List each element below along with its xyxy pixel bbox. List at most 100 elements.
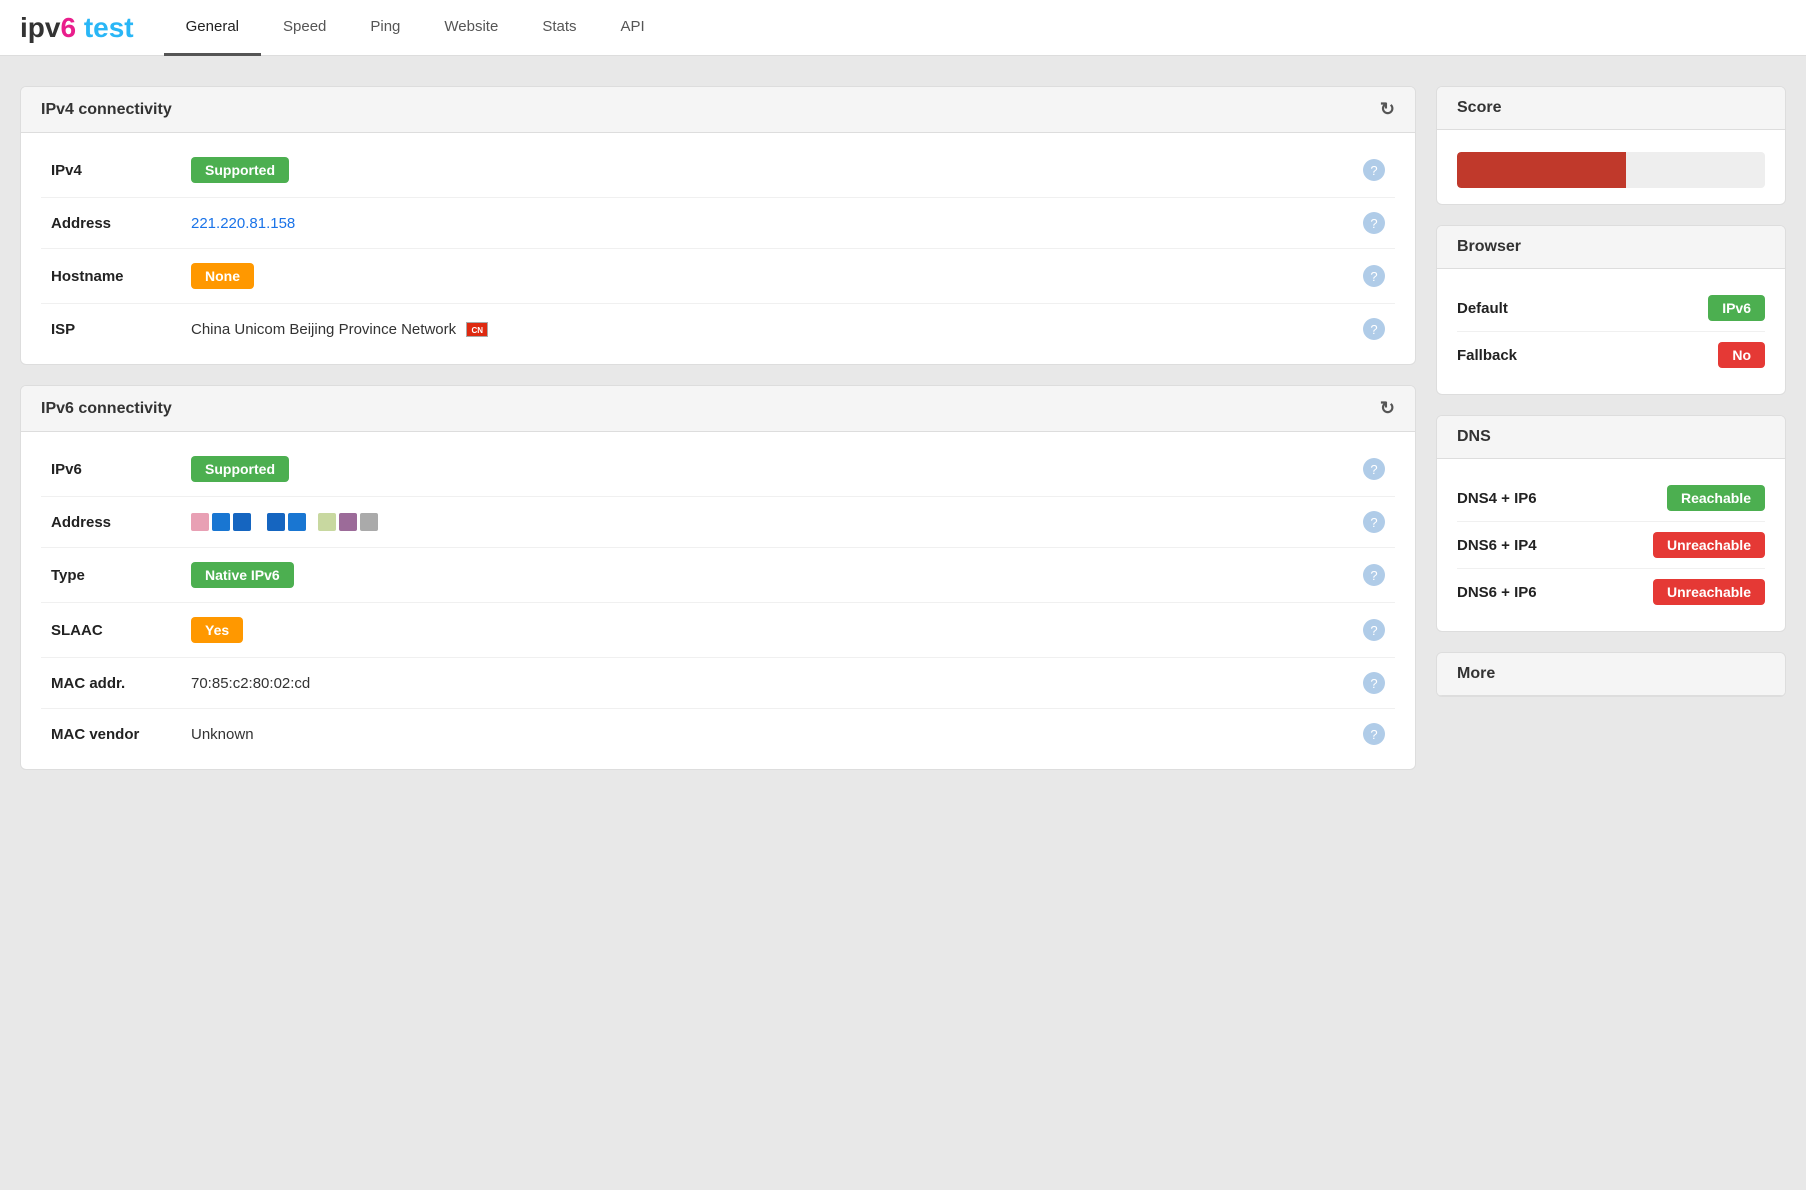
ipv4-label: IPv4 [51, 162, 191, 179]
ipv6-type-help-icon[interactable]: ? [1363, 564, 1385, 586]
browser-card: Browser Default IPv6 Fallback No [1436, 225, 1786, 395]
ipv6-type-value: Native IPv6 [191, 562, 1363, 588]
dns6-ip4-row: DNS6 + IP4 Unreachable [1457, 522, 1765, 569]
ipv6-card: IPv6 connectivity ↻ IPv6 Supported ? Add… [20, 385, 1416, 770]
ipv4-isp-help-icon[interactable]: ? [1363, 318, 1385, 340]
ipv6-supported-badge: Supported [191, 456, 289, 482]
ipv4-address-row: Address 221.220.81.158 ? [41, 198, 1395, 249]
ipv6-slaac-label: SLAAC [51, 622, 191, 639]
ipv6-block-6 [318, 513, 336, 531]
ipv6-slaac-row: SLAAC Yes ? [41, 603, 1395, 658]
ipv4-supported-badge: Supported [191, 157, 289, 183]
ipv4-section-title: IPv4 connectivity [41, 101, 172, 119]
ipv6-address-label: Address [51, 514, 191, 531]
ipv4-hostname-value: None [191, 263, 1363, 289]
ipv4-card-header: IPv4 connectivity ↻ [21, 87, 1415, 133]
ipv6-mac-vendor-label: MAC vendor [51, 726, 191, 743]
nav-tab-website[interactable]: Website [422, 0, 520, 56]
ipv4-card: IPv4 connectivity ↻ IPv4 Supported ? Add… [20, 86, 1416, 365]
ipv6-type-badge: Native IPv6 [191, 562, 294, 588]
ipv6-label: IPv6 [51, 461, 191, 478]
cn-flag-icon: CN [466, 322, 488, 337]
dns4-ip6-row: DNS4 + IP6 Reachable [1457, 475, 1765, 522]
ipv6-card-body: IPv6 Supported ? Address [21, 432, 1415, 769]
dns6-ip6-badge: Unreachable [1653, 579, 1765, 605]
nav-tab-api[interactable]: API [599, 0, 667, 56]
dns6-ip6-row: DNS6 + IP6 Unreachable [1457, 569, 1765, 615]
ipv6-mac-addr-label: MAC addr. [51, 675, 191, 692]
dns-card: DNS DNS4 + IP6 Reachable DNS6 + IP4 Unre… [1436, 415, 1786, 632]
ipv6-address-row: Address [41, 497, 1395, 548]
dns6-ip6-label: DNS6 + IP6 [1457, 584, 1537, 601]
ipv4-value: Supported [191, 157, 1363, 183]
logo-test-text: test [76, 12, 134, 43]
dns-card-body: DNS4 + IP6 Reachable DNS6 + IP4 Unreacha… [1437, 459, 1785, 631]
ipv6-mac-addr-row: MAC addr. 70:85:c2:80:02:cd ? [41, 658, 1395, 709]
browser-default-badge: IPv6 [1708, 295, 1765, 321]
ipv6-block-1 [191, 513, 209, 531]
logo: ipv6 test [20, 12, 134, 44]
right-column: Score Browser Default IPv6 Fallback No [1436, 86, 1786, 770]
ipv4-address-help-icon[interactable]: ? [1363, 212, 1385, 234]
ipv6-mac-vendor-value: Unknown [191, 726, 1363, 743]
ipv6-mac-addr-value: 70:85:c2:80:02:cd [191, 675, 1363, 692]
ipv6-block-8 [360, 513, 378, 531]
logo-6-text: 6 [60, 12, 76, 43]
ipv6-section-title: IPv6 connectivity [41, 400, 172, 418]
more-card: More [1436, 652, 1786, 697]
ipv4-status-row: IPv4 Supported ? [41, 143, 1395, 198]
ipv6-block-5 [288, 513, 306, 531]
score-card-body [1437, 130, 1785, 204]
nav-tab-general[interactable]: General [164, 0, 261, 56]
ipv4-isp-text: China Unicom Beijing Province Network [191, 321, 456, 338]
ipv4-address-label: Address [51, 215, 191, 232]
dns6-ip4-badge: Unreachable [1653, 532, 1765, 558]
ipv6-slaac-value: Yes [191, 617, 1363, 643]
ipv4-refresh-icon[interactable]: ↻ [1380, 99, 1395, 120]
more-card-header: More [1437, 653, 1785, 696]
browser-default-label: Default [1457, 300, 1508, 317]
main-container: IPv4 connectivity ↻ IPv4 Supported ? Add… [0, 56, 1806, 800]
ipv4-isp-value: China Unicom Beijing Province Network CN [191, 321, 1363, 338]
ipv6-type-label: Type [51, 567, 191, 584]
ipv6-mac-vendor-row: MAC vendor Unknown ? [41, 709, 1395, 759]
nav-tabs: General Speed Ping Website Stats API [164, 0, 667, 56]
ipv4-help-icon[interactable]: ? [1363, 159, 1385, 181]
ipv6-mac-vendor-help-icon[interactable]: ? [1363, 723, 1385, 745]
ipv6-slaac-help-icon[interactable]: ? [1363, 619, 1385, 641]
ipv6-status-row: IPv6 Supported ? [41, 442, 1395, 497]
ipv4-address-link[interactable]: 221.220.81.158 [191, 215, 295, 232]
ipv6-value: Supported [191, 456, 1363, 482]
ipv4-hostname-help-icon[interactable]: ? [1363, 265, 1385, 287]
ipv6-address-value [191, 513, 1363, 531]
dns4-ip6-badge: Reachable [1667, 485, 1765, 511]
ipv6-address-help-icon[interactable]: ? [1363, 511, 1385, 533]
ipv6-help-icon[interactable]: ? [1363, 458, 1385, 480]
score-card-header: Score [1437, 87, 1785, 130]
logo-ipv-text: ipv [20, 12, 60, 43]
browser-card-header: Browser [1437, 226, 1785, 269]
dns-card-header: DNS [1437, 416, 1785, 459]
ipv6-type-row: Type Native IPv6 ? [41, 548, 1395, 603]
browser-card-body: Default IPv6 Fallback No [1437, 269, 1785, 394]
ipv6-mac-help-icon[interactable]: ? [1363, 672, 1385, 694]
dns4-ip6-label: DNS4 + IP6 [1457, 490, 1537, 507]
nav-tab-stats[interactable]: Stats [520, 0, 598, 56]
score-bar-container [1457, 152, 1765, 188]
browser-fallback-badge: No [1718, 342, 1765, 368]
ipv4-isp-label: ISP [51, 321, 191, 338]
browser-fallback-label: Fallback [1457, 347, 1517, 364]
ipv6-refresh-icon[interactable]: ↻ [1380, 398, 1395, 419]
ipv6-block-3 [233, 513, 251, 531]
ipv4-hostname-row: Hostname None ? [41, 249, 1395, 304]
browser-default-row: Default IPv6 [1457, 285, 1765, 332]
ipv4-isp-row: ISP China Unicom Beijing Province Networ… [41, 304, 1395, 354]
score-bar-fill [1457, 152, 1626, 188]
nav-tab-speed[interactable]: Speed [261, 0, 348, 56]
nav-tab-ping[interactable]: Ping [348, 0, 422, 56]
ipv6-card-header: IPv6 connectivity ↻ [21, 386, 1415, 432]
ipv6-slaac-badge: Yes [191, 617, 243, 643]
header: ipv6 test General Speed Ping Website Sta… [0, 0, 1806, 56]
left-column: IPv4 connectivity ↻ IPv4 Supported ? Add… [20, 86, 1416, 770]
ipv4-address-value: 221.220.81.158 [191, 215, 1363, 232]
